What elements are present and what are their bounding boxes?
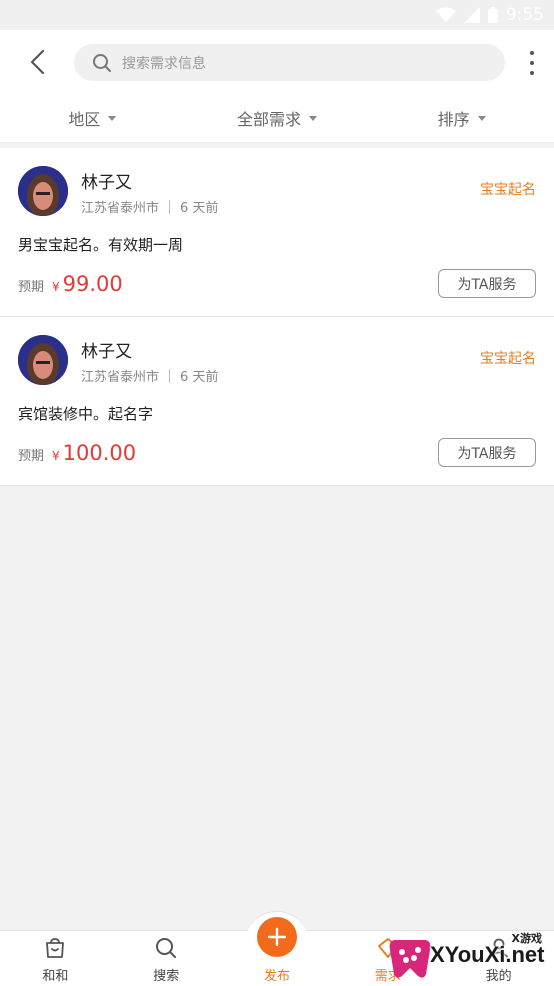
- tab-publish[interactable]: 发布: [222, 911, 333, 986]
- filter-region[interactable]: 地区: [0, 96, 185, 140]
- serve-button[interactable]: 为TA服务: [438, 438, 536, 467]
- avatar[interactable]: [18, 335, 68, 385]
- serve-button[interactable]: 为TA服务: [438, 269, 536, 298]
- divider: [169, 199, 171, 214]
- demand-list: 林子又 江苏省泰州市 6 天前 宝宝起名 男宝宝起名。有效期一周 预期 ¥ 99…: [0, 148, 554, 486]
- watermark: X游戏 XYouXi.net: [386, 928, 546, 984]
- filter-bar: 地区 全部需求 排序: [0, 96, 554, 140]
- caret-down-icon: [309, 115, 318, 121]
- more-dot-icon: [530, 51, 534, 55]
- signal-icon: [463, 7, 480, 23]
- currency-symbol: ¥: [52, 449, 60, 463]
- tab-label: 和和: [42, 969, 69, 984]
- filter-label: 全部需求: [237, 110, 302, 129]
- battery-icon: [487, 7, 498, 23]
- divider: [169, 368, 171, 383]
- post-location: 江苏省泰州市: [81, 201, 160, 216]
- demand-card[interactable]: 林子又 江苏省泰州市 6 天前 宝宝起名 男宝宝起名。有效期一周 预期 ¥ 99…: [0, 148, 554, 317]
- price-row: 预期 ¥ 100.00: [18, 441, 136, 465]
- price-label: 预期: [18, 280, 45, 295]
- price-row: 预期 ¥ 99.00: [18, 272, 123, 296]
- post-location: 江苏省泰州市: [81, 370, 160, 385]
- filter-label: 地区: [68, 110, 101, 129]
- filter-sort[interactable]: 排序: [369, 96, 554, 140]
- tab-search[interactable]: 搜索: [111, 931, 222, 986]
- tab-hehe[interactable]: 和和: [0, 931, 111, 986]
- status-time: 9:55: [505, 5, 544, 25]
- post-meta: 江苏省泰州市 6 天前: [81, 366, 218, 385]
- top-bar: 搜索需求信息 地区 全部需求 排序: [0, 30, 554, 142]
- more-menu-button[interactable]: [524, 48, 540, 78]
- search-icon: [92, 53, 112, 73]
- post-time: 6 天前: [180, 370, 219, 385]
- demand-card[interactable]: 林子又 江苏省泰州市 6 天前 宝宝起名 宾馆装修中。起名字 预期 ¥ 100.…: [0, 317, 554, 486]
- tab-label: 搜索: [153, 969, 180, 984]
- plus-icon[interactable]: [256, 917, 297, 957]
- status-icons: 9:55: [435, 5, 544, 25]
- currency-symbol: ¥: [52, 280, 60, 294]
- wifi-icon: [435, 7, 456, 22]
- more-dot-icon: [530, 61, 534, 65]
- user-name: 林子又: [81, 342, 132, 362]
- search-icon: [153, 935, 179, 961]
- more-dot-icon: [530, 71, 534, 75]
- caret-down-icon: [477, 115, 486, 121]
- back-button[interactable]: [22, 46, 52, 78]
- watermark-text: XYouXi.net: [430, 942, 545, 967]
- filter-demand-type[interactable]: 全部需求: [185, 96, 370, 140]
- caret-down-icon: [108, 115, 117, 121]
- user-name: 林子又: [81, 173, 132, 193]
- post-meta: 江苏省泰州市 6 天前: [81, 197, 218, 216]
- tab-label: 发布: [263, 969, 290, 984]
- category-tag: 宝宝起名: [480, 182, 536, 198]
- category-tag: 宝宝起名: [480, 351, 536, 367]
- avatar[interactable]: [18, 166, 68, 216]
- chevron-left-icon: [30, 49, 45, 75]
- price-value: 99.00: [62, 272, 123, 296]
- gamepad-logo-icon: [389, 940, 431, 978]
- status-bar: 9:55: [0, 0, 554, 30]
- search-placeholder: 搜索需求信息: [122, 55, 206, 72]
- post-time: 6 天前: [180, 201, 219, 216]
- bag-icon: [42, 935, 68, 961]
- post-description: 宾馆装修中。起名字: [18, 405, 154, 423]
- price-value: 100.00: [62, 441, 137, 465]
- price-label: 预期: [18, 449, 45, 464]
- filter-label: 排序: [437, 110, 470, 129]
- search-box[interactable]: 搜索需求信息: [74, 44, 505, 81]
- post-description: 男宝宝起名。有效期一周: [18, 236, 184, 254]
